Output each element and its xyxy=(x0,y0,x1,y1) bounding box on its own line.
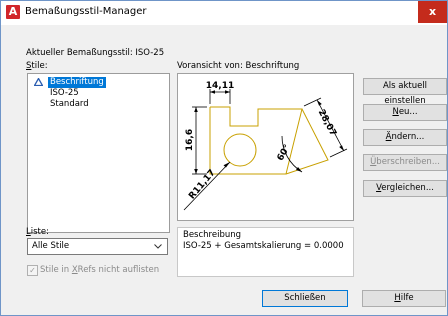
preview-panel: 14,11 16,6 28,07 60° R11,17 xyxy=(177,73,354,221)
list-filter-label: Liste: xyxy=(26,227,49,237)
window-title: Bemaßungsstil-Manager xyxy=(25,6,147,17)
new-style-button[interactable]: Neu... xyxy=(363,104,447,121)
override-style-button[interactable]: Überschreiben... xyxy=(363,154,447,171)
current-style-label: Aktueller Bemaßungsstil: xyxy=(26,48,133,58)
hole-circle xyxy=(223,133,257,167)
close-window-button[interactable]: x xyxy=(418,1,447,23)
set-current-button[interactable]: Als aktuell einstellen xyxy=(363,78,447,106)
xref-checkbox-label: Stile in XRefs nicht auflisten xyxy=(40,265,160,275)
help-button[interactable]: Hilfe xyxy=(362,290,446,307)
preview-label: Voransicht von: Beschriftung xyxy=(177,61,300,71)
xref-checkbox[interactable]: ✓ xyxy=(27,265,38,276)
current-style-value: ISO-25 xyxy=(135,48,165,58)
annotative-triangle-icon xyxy=(34,78,43,86)
current-style-text: Aktueller Bemaßungsstil: ISO-25 xyxy=(26,48,164,58)
description-heading: Beschreibung xyxy=(183,230,242,240)
description-text: ISO-25 + Gesamtskalierung = 0.0000 xyxy=(183,241,344,251)
list-filter-value: Alle Stile xyxy=(32,241,70,251)
modify-style-button[interactable]: Ändern... xyxy=(363,129,447,146)
autocad-app-icon: A xyxy=(6,5,20,19)
dim-left-text: 16,6 xyxy=(185,129,195,151)
compare-styles-button[interactable]: Vergleichen... xyxy=(363,180,447,197)
close-icon: x xyxy=(428,5,437,18)
style-item-beschriftung[interactable]: Beschriftung xyxy=(48,77,106,88)
part-outline xyxy=(209,106,303,175)
styles-list[interactable]: Beschriftung ISO-25 Standard xyxy=(27,73,170,233)
close-button[interactable]: Schließen xyxy=(262,290,348,307)
dim-top-text: 14,11 xyxy=(206,81,234,91)
chevron-down-icon xyxy=(154,244,162,249)
style-item-iso-25[interactable]: ISO-25 xyxy=(48,88,81,99)
dimension-preview-drawing: 14,11 16,6 28,07 60° R11,17 xyxy=(183,81,348,211)
style-item-standard[interactable]: Standard xyxy=(48,99,91,110)
dim-angle-text: 60° xyxy=(276,143,293,163)
dialog-window: A Bemaßungsstil-Manager x Aktueller Bema… xyxy=(0,0,448,316)
styles-label: Stile: xyxy=(26,61,48,71)
dim-diag-text: 28,07 xyxy=(316,108,338,138)
description-panel: Beschreibung ISO-25 + Gesamtskalierung =… xyxy=(177,227,354,277)
title-bar: A Bemaßungsstil-Manager x xyxy=(1,1,447,25)
dim-radius-text: R11,17 xyxy=(187,168,217,202)
list-filter-select[interactable]: Alle Stile xyxy=(27,238,168,255)
